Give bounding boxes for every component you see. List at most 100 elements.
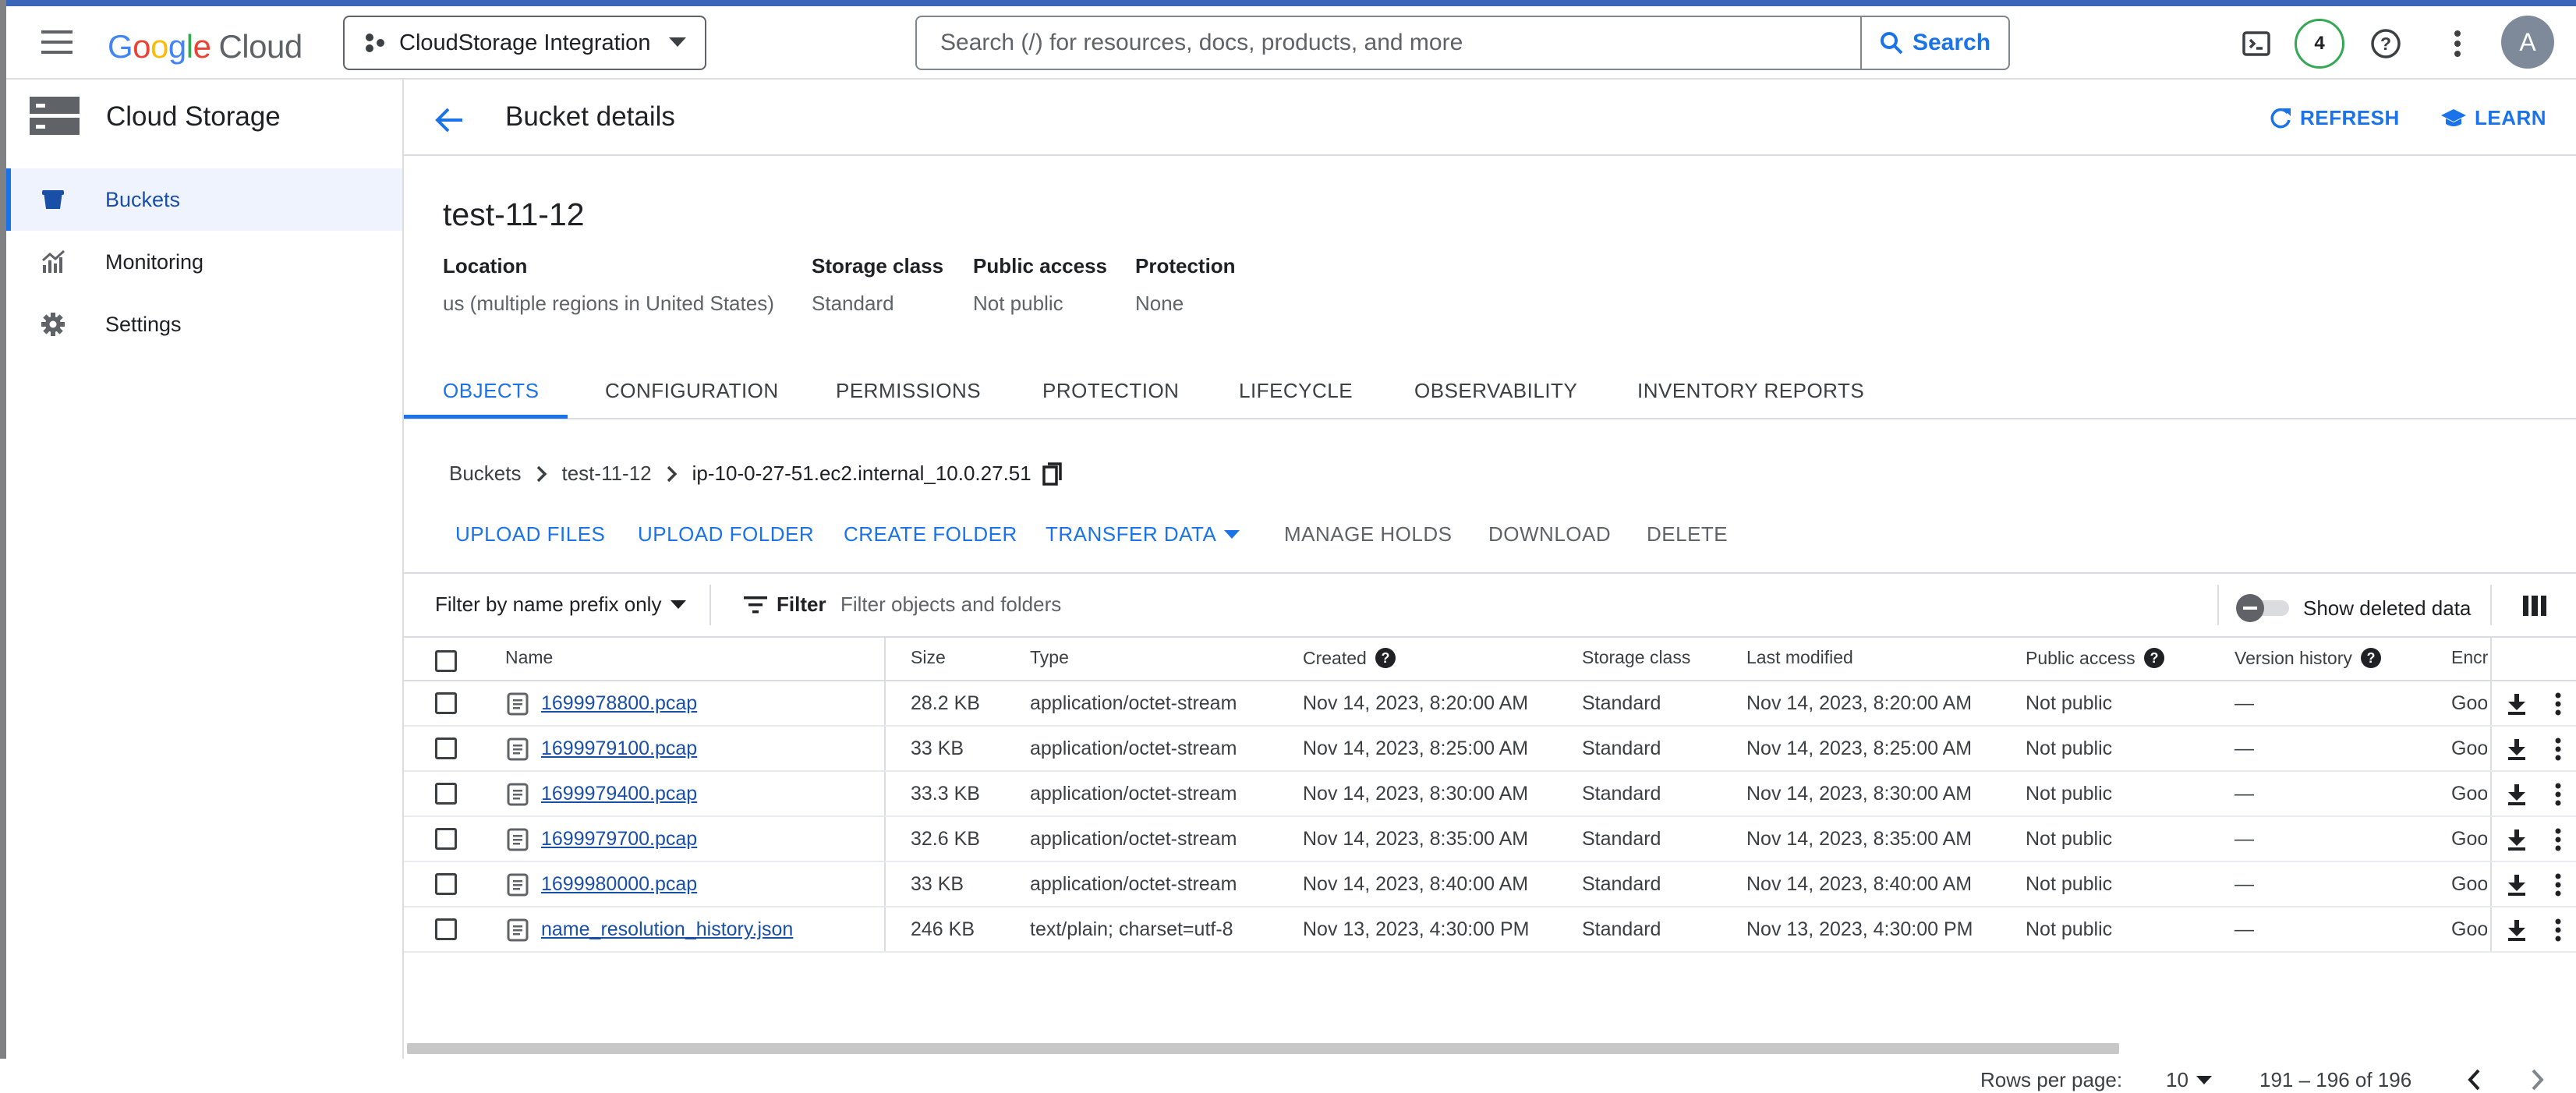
upload-files-button[interactable]: UPLOAD FILES [455,522,605,546]
filter-mode-select[interactable]: Filter by name prefix only [435,592,687,617]
rows-per-page-select[interactable]: 10 [2166,1068,2212,1092]
tab-permissions[interactable]: PERMISSIONS [836,379,981,403]
back-button[interactable] [432,103,466,137]
transfer-data-button[interactable]: TRANSFER DATA [1046,522,1240,546]
row-checkbox[interactable] [435,918,457,940]
download-icon[interactable] [2506,692,2528,716]
search-bar[interactable]: Search (/) for resources, docs, products… [915,16,2010,70]
object-size: 28.2 KB [911,692,980,714]
download-icon[interactable] [2506,828,2528,851]
column-display-button[interactable] [2521,594,2548,617]
object-name-link[interactable]: 1699978800.pcap [541,692,697,715]
filter-list-icon [744,596,767,613]
download-icon[interactable] [2506,873,2528,897]
more-vert-icon[interactable] [2554,783,2562,806]
cloud-shell-button[interactable] [2241,28,2272,59]
account-avatar[interactable]: A [2501,16,2554,69]
row-checkbox[interactable] [435,783,457,805]
divider [2490,585,2492,625]
upload-folder-button[interactable]: UPLOAD FOLDER [638,522,814,546]
main-content: Bucket details REFRESH LEARN test-11-12 … [404,80,2576,1091]
object-created: Nov 14, 2023, 8:40:00 AM [1303,873,1529,895]
main-menu-button[interactable] [39,27,75,58]
search-button[interactable]: Search [1860,17,2008,69]
help-button[interactable]: ? [2369,27,2403,61]
more-options-button[interactable] [2448,27,2467,61]
column-header-created[interactable]: Created ? [1303,647,1396,669]
search-input[interactable]: Search (/) for resources, docs, products… [917,30,1860,56]
sidebar-item-monitoring[interactable]: Monitoring [6,231,402,293]
tab-lifecycle[interactable]: LIFECYCLE [1239,379,1353,403]
tab-inventory-reports[interactable]: INVENTORY REPORTS [1637,379,1864,403]
help-icon[interactable]: ? [1375,647,1396,669]
download-icon[interactable] [2506,783,2528,806]
column-header-version-history[interactable]: Version history ? [2235,647,2382,669]
notifications-button[interactable]: 4 [2295,19,2344,69]
tab-observability[interactable]: OBSERVABILITY [1414,379,1577,403]
object-last-modified: Nov 14, 2023, 8:20:00 AM [1746,692,1973,714]
previous-page-button[interactable] [2462,1066,2486,1093]
location-value: us (multiple regions in United States) [443,292,774,315]
tab-protection[interactable]: PROTECTION [1042,379,1179,403]
tab-configuration[interactable]: CONFIGURATION [605,379,779,403]
next-page-button[interactable] [2526,1066,2549,1093]
tab-objects[interactable]: OBJECTS [443,379,539,403]
more-vert-icon[interactable] [2554,738,2562,761]
refresh-icon [2270,108,2291,128]
row-checkbox[interactable] [435,692,457,714]
breadcrumb-buckets[interactable]: Buckets [449,462,522,486]
help-icon[interactable]: ? [2143,647,2165,669]
row-checkbox[interactable] [435,828,457,850]
filter-mode-label: Filter by name prefix only [435,592,662,616]
column-header-public-access[interactable]: Public access ? [2026,647,2165,669]
column-header-storage-class[interactable]: Storage class [1582,647,1690,668]
delete-button[interactable]: DELETE [1647,522,1728,546]
row-checkbox[interactable] [435,738,457,759]
filter-input[interactable]: Filter objects and folders [840,592,1061,617]
object-encryption: Goo [2451,783,2487,805]
breadcrumb-bucket[interactable]: test-11-12 [562,462,652,486]
sidebar-item-settings[interactable]: Settings [6,293,402,355]
select-all-checkbox[interactable] [435,650,457,672]
object-size: 33.3 KB [911,783,980,805]
download-button[interactable]: DOWNLOAD [1488,522,1611,546]
sidebar-item-label: Buckets [105,187,181,211]
create-folder-button[interactable]: CREATE FOLDER [844,522,1017,546]
object-encryption: Goo [2451,738,2487,759]
project-picker[interactable]: CloudStorage Integration [343,16,706,70]
object-type: application/octet-stream [1030,873,1237,895]
object-name-link[interactable]: name_resolution_history.json [541,918,793,941]
column-header-name[interactable]: Name [505,647,553,668]
table-row: 1699979700.pcap 32.6 KB application/octet-… [404,817,2576,862]
manage-holds-button[interactable]: MANAGE HOLDS [1284,522,1453,546]
row-checkbox[interactable] [435,873,457,895]
google-cloud-logo[interactable]: Google Cloud [108,28,303,65]
column-header-encryption[interactable]: Encr [2451,647,2488,668]
download-icon[interactable] [2506,738,2528,761]
object-version-history: — [2235,873,2254,895]
more-vert-icon[interactable] [2554,828,2562,851]
object-name-link[interactable]: 1699980000.pcap [541,873,697,896]
protection-label: Protection [1135,254,1236,278]
copy-icon[interactable] [1042,462,1063,486]
column-header-size[interactable]: Size [911,647,946,668]
column-header-last-modified[interactable]: Last modified [1746,647,1853,668]
column-header-type[interactable]: Type [1030,647,1069,668]
object-type: application/octet-stream [1030,783,1237,805]
horizontal-scrollbar[interactable] [407,1043,2119,1054]
help-icon[interactable]: ? [2360,647,2382,669]
more-vert-icon[interactable] [2554,918,2562,942]
sidebar-item-buckets[interactable]: Buckets [6,168,402,231]
learn-button[interactable]: LEARN [2440,106,2546,130]
table-row: 1699979100.pcap 33 KB application/octet-st… [404,727,2576,772]
object-name-link[interactable]: 1699979700.pcap [541,828,697,851]
download-icon[interactable] [2506,918,2528,942]
object-name-link[interactable]: 1699979100.pcap [541,738,697,760]
filter-button[interactable]: Filter [744,592,826,617]
more-vert-icon[interactable] [2554,873,2562,897]
show-deleted-toggle[interactable]: Show deleted data [2235,592,2471,624]
refresh-button[interactable]: REFRESH [2269,106,2400,130]
object-name-link[interactable]: 1699979400.pcap [541,783,697,805]
object-storage-class: Standard [1582,873,1661,895]
more-vert-icon[interactable] [2554,692,2562,716]
